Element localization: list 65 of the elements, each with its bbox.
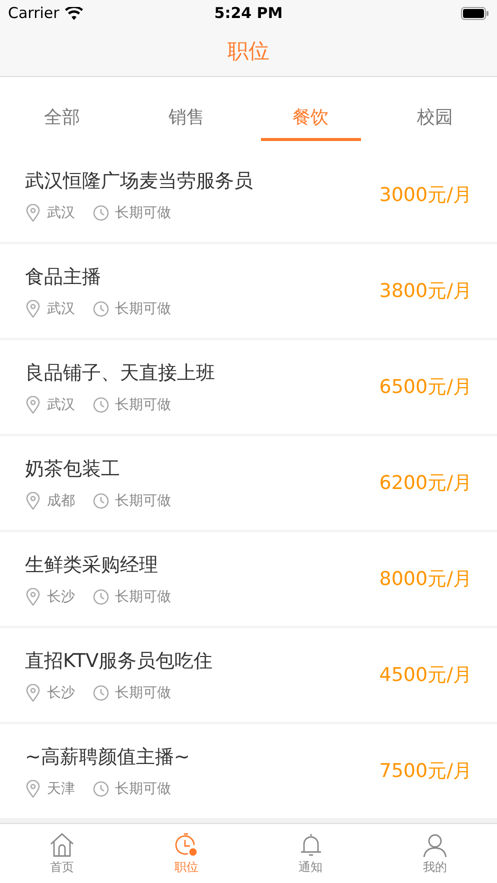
tab-bar-item[interactable]: 职位 [124,824,248,883]
job-title: 生鲜类采购经理 [25,553,159,578]
job-term: 长期可做 [115,300,171,318]
job-city: 长沙 [47,684,75,702]
clock-icon [173,832,200,858]
location-pin-icon [25,300,41,318]
job-card[interactable]: 良品铺子、天直接上班 武汉 长期可做 6500元/月 [0,340,497,434]
job-term: 长期可做 [115,588,171,606]
home-icon [49,832,76,858]
location-pin-icon [25,684,41,702]
location-pin-icon [25,492,41,510]
job-city: 成都 [47,492,75,510]
job-city: 武汉 [47,204,75,222]
job-term: 长期可做 [115,204,171,222]
tab-bar-item[interactable]: 通知 [248,824,373,883]
location-pin-icon [25,588,41,606]
job-city: 长沙 [47,588,75,606]
job-term: 长期可做 [115,492,171,510]
nav-title: 职位 [228,38,270,65]
job-card[interactable]: 食品主播 武汉 长期可做 3800元/月 [0,244,497,338]
job-title: 良品铺子、天直接上班 [25,361,216,386]
tab-bar-item[interactable]: 我的 [372,824,497,883]
job-salary: 6500元/月 [379,375,472,400]
job-salary: 7500元/月 [379,759,472,784]
clock-icon [93,301,109,317]
job-salary: 3800元/月 [379,279,472,304]
job-card[interactable]: ~高薪聘颜值主播~ 天津 长期可做 7500元/月 [0,724,497,818]
carrier-name: Carrier [8,4,60,22]
job-salary: 8000元/月 [379,567,472,592]
category-tab[interactable]: 餐饮 [260,77,361,141]
category-tab[interactable]: 全部 [12,77,112,141]
clock-icon [93,493,109,509]
job-title: 直招KTV服务员包吃住 [25,649,214,674]
job-city: 武汉 [47,300,75,318]
job-card[interactable]: 奶茶包装工 成都 长期可做 6200元/月 [0,436,497,530]
job-city: 武汉 [47,396,75,414]
job-term: 长期可做 [115,780,171,798]
job-card[interactable]: 直招KTV服务员包吃住 长沙 长期可做 4500元/月 [0,628,497,722]
clock-icon [93,589,109,605]
job-salary: 4500元/月 [379,663,472,688]
job-city: 天津 [47,780,75,798]
person-icon [422,832,448,858]
job-card[interactable]: 武汉恒隆广场麦当劳服务员 武汉 长期可做 3000元/月 [0,148,497,242]
job-card[interactable]: 生鲜类采购经理 长沙 长期可做 8000元/月 [0,532,497,626]
clock-icon [93,397,109,413]
job-title: ~高薪聘颜值主播~ [25,745,191,770]
clock-icon [93,205,109,221]
category-tab[interactable]: 销售 [136,77,236,141]
wifi-icon [65,6,84,20]
location-pin-icon [25,396,41,414]
tab-bar-item[interactable]: 首页 [0,824,124,883]
status-time: 5:24 PM [214,4,283,22]
battery-icon [461,6,489,20]
clock-icon [93,685,109,701]
job-term: 长期可做 [115,396,171,414]
clock-icon [93,781,109,797]
job-term: 长期可做 [115,684,171,702]
job-salary: 3000元/月 [379,183,472,208]
location-pin-icon [25,780,41,798]
location-pin-icon [25,204,41,222]
category-tab[interactable]: 校园 [384,77,485,141]
job-title: 食品主播 [25,265,102,290]
job-title: 武汉恒隆广场麦当劳服务员 [25,169,254,194]
job-salary: 6200元/月 [379,471,472,496]
job-title: 奶茶包装工 [25,457,121,482]
